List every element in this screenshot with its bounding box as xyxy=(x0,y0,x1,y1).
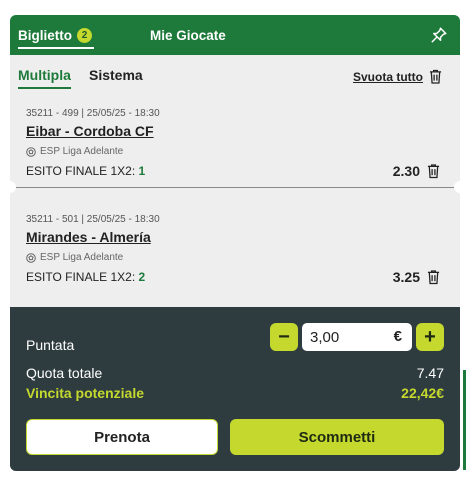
odds-value: 3.25 xyxy=(392,269,420,285)
active-tab-indicator xyxy=(18,47,94,49)
total-odds-label: Quota totale xyxy=(26,365,103,381)
event-name-link[interactable]: Eibar - Cordoba CF xyxy=(26,123,154,139)
league-label: ESP Liga Adelante xyxy=(26,252,123,263)
stake-input[interactable]: 3,00 € xyxy=(302,323,412,351)
active-subtab-indicator xyxy=(18,87,71,89)
odds-value: 2.30 xyxy=(392,163,420,179)
trash-icon[interactable] xyxy=(427,269,440,285)
soccer-ball-icon xyxy=(26,252,36,263)
trash-icon xyxy=(429,69,442,84)
event-name-link[interactable]: Mirandes - Almería xyxy=(26,229,151,245)
stake-footer: Puntata − 3,00 € + Quota totale 7.47 Vin… xyxy=(10,307,460,471)
tab-sistema[interactable]: Sistema xyxy=(89,67,143,83)
tab-mie-giocate-label: Mie Giocate xyxy=(150,27,226,43)
market-label: ESITO FINALE 1X2: 2 xyxy=(26,270,145,284)
clear-all-button[interactable]: Svuota tutto xyxy=(353,69,442,84)
currency-symbol: € xyxy=(393,328,402,345)
bet-item: 35211 - 499 | 25/05/25 - 18:30 Eibar - C… xyxy=(10,99,460,187)
selection-pick: 1 xyxy=(138,164,146,178)
bet-slip-header: Biglietto 2 Mie Giocate xyxy=(10,15,460,55)
bet-meta: 35211 - 501 | 25/05/25 - 18:30 xyxy=(26,214,160,225)
bet-slip-panel: Biglietto 2 Mie Giocate Multipla Sistema… xyxy=(10,15,460,471)
bet-type-tabs: Multipla Sistema Svuota tutto xyxy=(10,55,460,99)
decrease-stake-button[interactable]: − xyxy=(270,323,298,351)
selection-pick: 2 xyxy=(138,270,146,284)
league-name: ESP Liga Adelante xyxy=(40,146,124,157)
potential-win-value: 22,42€ xyxy=(401,385,444,401)
soccer-ball-icon xyxy=(26,146,36,157)
bet-separator xyxy=(10,181,460,205)
market-name: ESITO FINALE 1X2: xyxy=(26,270,136,284)
market-label: ESITO FINALE 1X2: 1 xyxy=(26,164,145,178)
trash-icon[interactable] xyxy=(427,163,440,179)
stake-label: Puntata xyxy=(26,337,75,353)
tab-multipla[interactable]: Multipla xyxy=(18,67,71,89)
tab-sistema-label: Sistema xyxy=(89,67,143,83)
book-button[interactable]: Prenota xyxy=(26,419,218,455)
increase-stake-button[interactable]: + xyxy=(416,323,444,351)
bet-meta: 35211 - 499 | 25/05/25 - 18:30 xyxy=(26,108,160,119)
stake-value: 3,00 xyxy=(310,328,340,346)
market-name: ESITO FINALE 1X2: xyxy=(26,164,136,178)
bet-item: 35211 - 501 | 25/05/25 - 18:30 Mirandes … xyxy=(10,205,460,293)
tab-biglietto-label: Biglietto xyxy=(18,27,72,43)
ticket-count-badge: 2 xyxy=(77,27,92,43)
total-odds-value: 7.47 xyxy=(416,365,444,381)
tab-biglietto[interactable]: Biglietto 2 xyxy=(18,15,94,55)
tab-multipla-label: Multipla xyxy=(18,67,71,83)
pin-icon[interactable] xyxy=(430,26,448,44)
tab-mie-giocate[interactable]: Mie Giocate xyxy=(150,15,226,55)
potential-win-label: Vincita potenziale xyxy=(26,385,144,401)
place-bet-button[interactable]: Scommetti xyxy=(230,419,444,455)
league-name: ESP Liga Adelante xyxy=(40,252,124,263)
stake-stepper: − 3,00 € + xyxy=(270,323,444,351)
ticket-notch-right xyxy=(454,181,460,193)
divider xyxy=(10,187,460,188)
potential-win-row: Vincita potenziale 22,42€ xyxy=(26,385,444,401)
league-label: ESP Liga Adelante xyxy=(26,146,123,157)
clear-all-label: Svuota tutto xyxy=(353,69,423,84)
total-odds-row: Quota totale 7.47 xyxy=(26,365,444,381)
